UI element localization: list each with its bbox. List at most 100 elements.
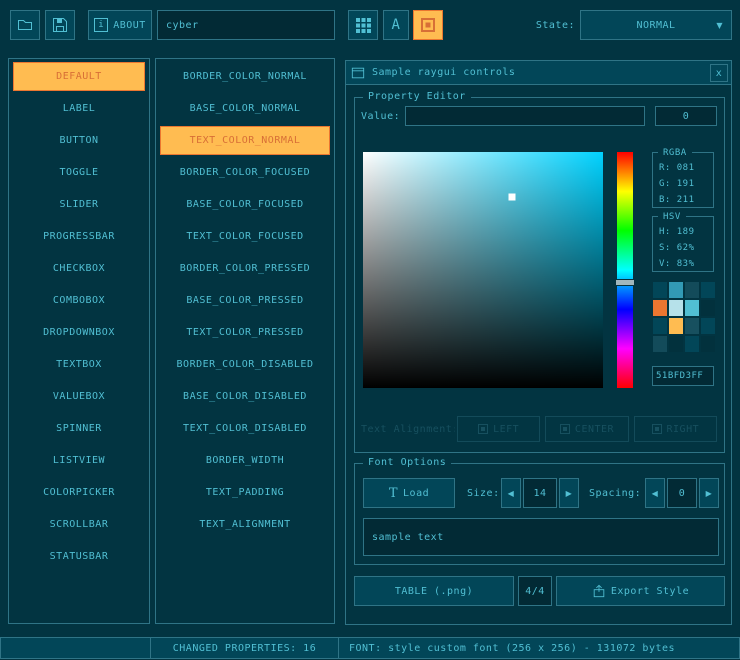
hsv-value: V: 83% [653, 256, 713, 272]
properties-list-item[interactable]: BASE_COLOR_DISABLED [160, 382, 330, 411]
properties-list-item[interactable]: BORDER_COLOR_NORMAL [160, 62, 330, 91]
style-color-swatch[interactable] [669, 336, 683, 352]
window-title: Sample raygui controls [372, 67, 515, 78]
color-picker-panel[interactable] [363, 152, 603, 388]
font-spacing-value[interactable]: 0 [667, 478, 697, 508]
style-color-swatch[interactable] [669, 282, 683, 298]
properties-list-item[interactable]: TEXT_PADDING [160, 478, 330, 507]
window-titlebar[interactable]: Sample raygui controls x [346, 61, 731, 85]
about-button[interactable]: i ABOUT [88, 10, 152, 40]
style-color-swatch[interactable] [685, 282, 699, 298]
load-font-label: Load [403, 488, 429, 499]
controls-list-item[interactable]: SPINNER [13, 414, 145, 443]
properties-list-item[interactable]: BASE_COLOR_PRESSED [160, 286, 330, 315]
style-color-swatch[interactable] [701, 282, 715, 298]
font-size-value[interactable]: 14 [523, 478, 557, 508]
font-options-group: Font Options T Load Size: ◀ 14 ▶ Spacing… [354, 463, 725, 565]
table-png-button[interactable]: TABLE (.png) [354, 576, 514, 606]
style-color-swatch[interactable] [669, 318, 683, 334]
properties-list-item[interactable]: BORDER_COLOR_FOCUSED [160, 158, 330, 187]
properties-list-item[interactable]: TEXT_COLOR_NORMAL [160, 126, 330, 155]
font-size-increase-button[interactable]: ▶ [559, 478, 579, 508]
controls-list-item[interactable]: COMBOBOX [13, 286, 145, 315]
color-picker-cursor[interactable] [508, 193, 515, 200]
color-panel-toggle-button[interactable] [413, 10, 443, 40]
load-style-button[interactable] [10, 10, 40, 40]
font-options-title: Font Options [363, 456, 451, 470]
properties-list-item[interactable]: TEXT_COLOR_DISABLED [160, 414, 330, 443]
controls-list-item[interactable]: SCROLLBAR [13, 510, 145, 539]
hsv-value: H: 189 [653, 224, 713, 240]
value-count-box[interactable]: 0 [655, 106, 717, 126]
value-input[interactable] [405, 106, 645, 126]
floppy-icon [52, 17, 68, 33]
font-spacing-increase-button[interactable]: ▶ [699, 478, 719, 508]
style-color-swatch[interactable] [653, 318, 667, 334]
style-name-input[interactable] [157, 10, 335, 40]
style-color-swatch[interactable] [701, 318, 715, 334]
alignment-button-label: RIGHT [667, 424, 700, 435]
properties-list-item[interactable]: BASE_COLOR_FOCUSED [160, 190, 330, 219]
alignment-button[interactable]: LEFT [457, 416, 540, 442]
style-color-swatch[interactable] [653, 300, 667, 316]
save-style-button[interactable] [45, 10, 75, 40]
properties-list-item[interactable]: BORDER_COLOR_PRESSED [160, 254, 330, 283]
style-color-swatch[interactable] [653, 336, 667, 352]
style-color-swatch[interactable] [701, 336, 715, 352]
controls-list-item[interactable]: PROGRESSBAR [13, 222, 145, 251]
alignment-button[interactable]: CENTER [545, 416, 628, 442]
font-spacing-decrease-button[interactable]: ◀ [645, 478, 665, 508]
export-style-button[interactable]: Export Style [556, 576, 725, 606]
font-size-decrease-button[interactable]: ◀ [501, 478, 521, 508]
hue-slider-handle[interactable] [615, 279, 635, 286]
alignment-icon [478, 424, 488, 434]
controls-list-item[interactable]: CHECKBOX [13, 254, 145, 283]
rgba-value: B: 211 [653, 192, 713, 208]
controls-list-item[interactable]: LABEL [13, 94, 145, 123]
rguistyler-app: i ABOUT A State: NORMAL ▼ DEFAULT LABEL [0, 0, 740, 660]
grid-icon [356, 18, 371, 33]
load-font-button[interactable]: T Load [363, 478, 455, 508]
style-color-swatch[interactable] [701, 300, 715, 316]
controls-list-item[interactable]: DROPDOWNBOX [13, 318, 145, 347]
properties-list-item[interactable]: BORDER_WIDTH [160, 446, 330, 475]
font-settings-button[interactable]: A [383, 10, 409, 40]
export-style-label: Export Style [611, 586, 689, 597]
controls-list-item[interactable]: LISTVIEW [13, 446, 145, 475]
style-table-button[interactable] [348, 10, 378, 40]
controls-list-item[interactable]: DEFAULT [13, 62, 145, 91]
text-alignment-label: Text Alignment: [361, 416, 455, 442]
controls-list-item[interactable]: TOGGLE [13, 158, 145, 187]
statusbar-font-info: FONT: style custom font (256 x 256) - 13… [338, 637, 740, 659]
style-color-swatch[interactable] [685, 318, 699, 334]
sample-text-input[interactable] [363, 518, 719, 556]
style-color-swatch[interactable] [685, 336, 699, 352]
style-color-swatch[interactable] [685, 300, 699, 316]
controls-list-item[interactable]: STATUSBAR [13, 542, 145, 571]
properties-list-item[interactable]: TEXT_COLOR_PRESSED [160, 318, 330, 347]
controls-list-item[interactable]: VALUEBOX [13, 382, 145, 411]
sample-controls-window: Sample raygui controls x Property Editor… [345, 60, 732, 625]
window-icon [351, 66, 365, 80]
style-color-swatch[interactable] [653, 282, 667, 298]
property-editor-title: Property Editor [363, 90, 471, 104]
controls-list-item[interactable]: BUTTON [13, 126, 145, 155]
alignment-icon [652, 424, 662, 434]
properties-list-item[interactable]: BORDER_COLOR_DISABLED [160, 350, 330, 379]
state-dropdown[interactable]: NORMAL ▼ [580, 10, 732, 40]
alignment-button[interactable]: RIGHT [634, 416, 717, 442]
style-color-swatch[interactable] [669, 300, 683, 316]
controls-list-item[interactable]: SLIDER [13, 190, 145, 219]
property-editor-group: Property Editor Value: 0 RGBA [354, 97, 725, 453]
properties-list-item[interactable]: BASE_COLOR_NORMAL [160, 94, 330, 123]
about-button-label: ABOUT [113, 20, 146, 31]
controls-list-item[interactable]: TEXTBOX [13, 350, 145, 379]
properties-list-item[interactable]: TEXT_COLOR_FOCUSED [160, 222, 330, 251]
window-close-button[interactable]: x [710, 64, 728, 82]
properties-list-item[interactable]: TEXT_ALIGNMENT [160, 510, 330, 539]
controls-list-item[interactable]: COLORPICKER [13, 478, 145, 507]
export-icon [592, 584, 606, 598]
alignment-button-label: CENTER [575, 424, 614, 435]
hex-color-input[interactable] [652, 366, 714, 386]
hue-slider[interactable] [617, 152, 633, 388]
